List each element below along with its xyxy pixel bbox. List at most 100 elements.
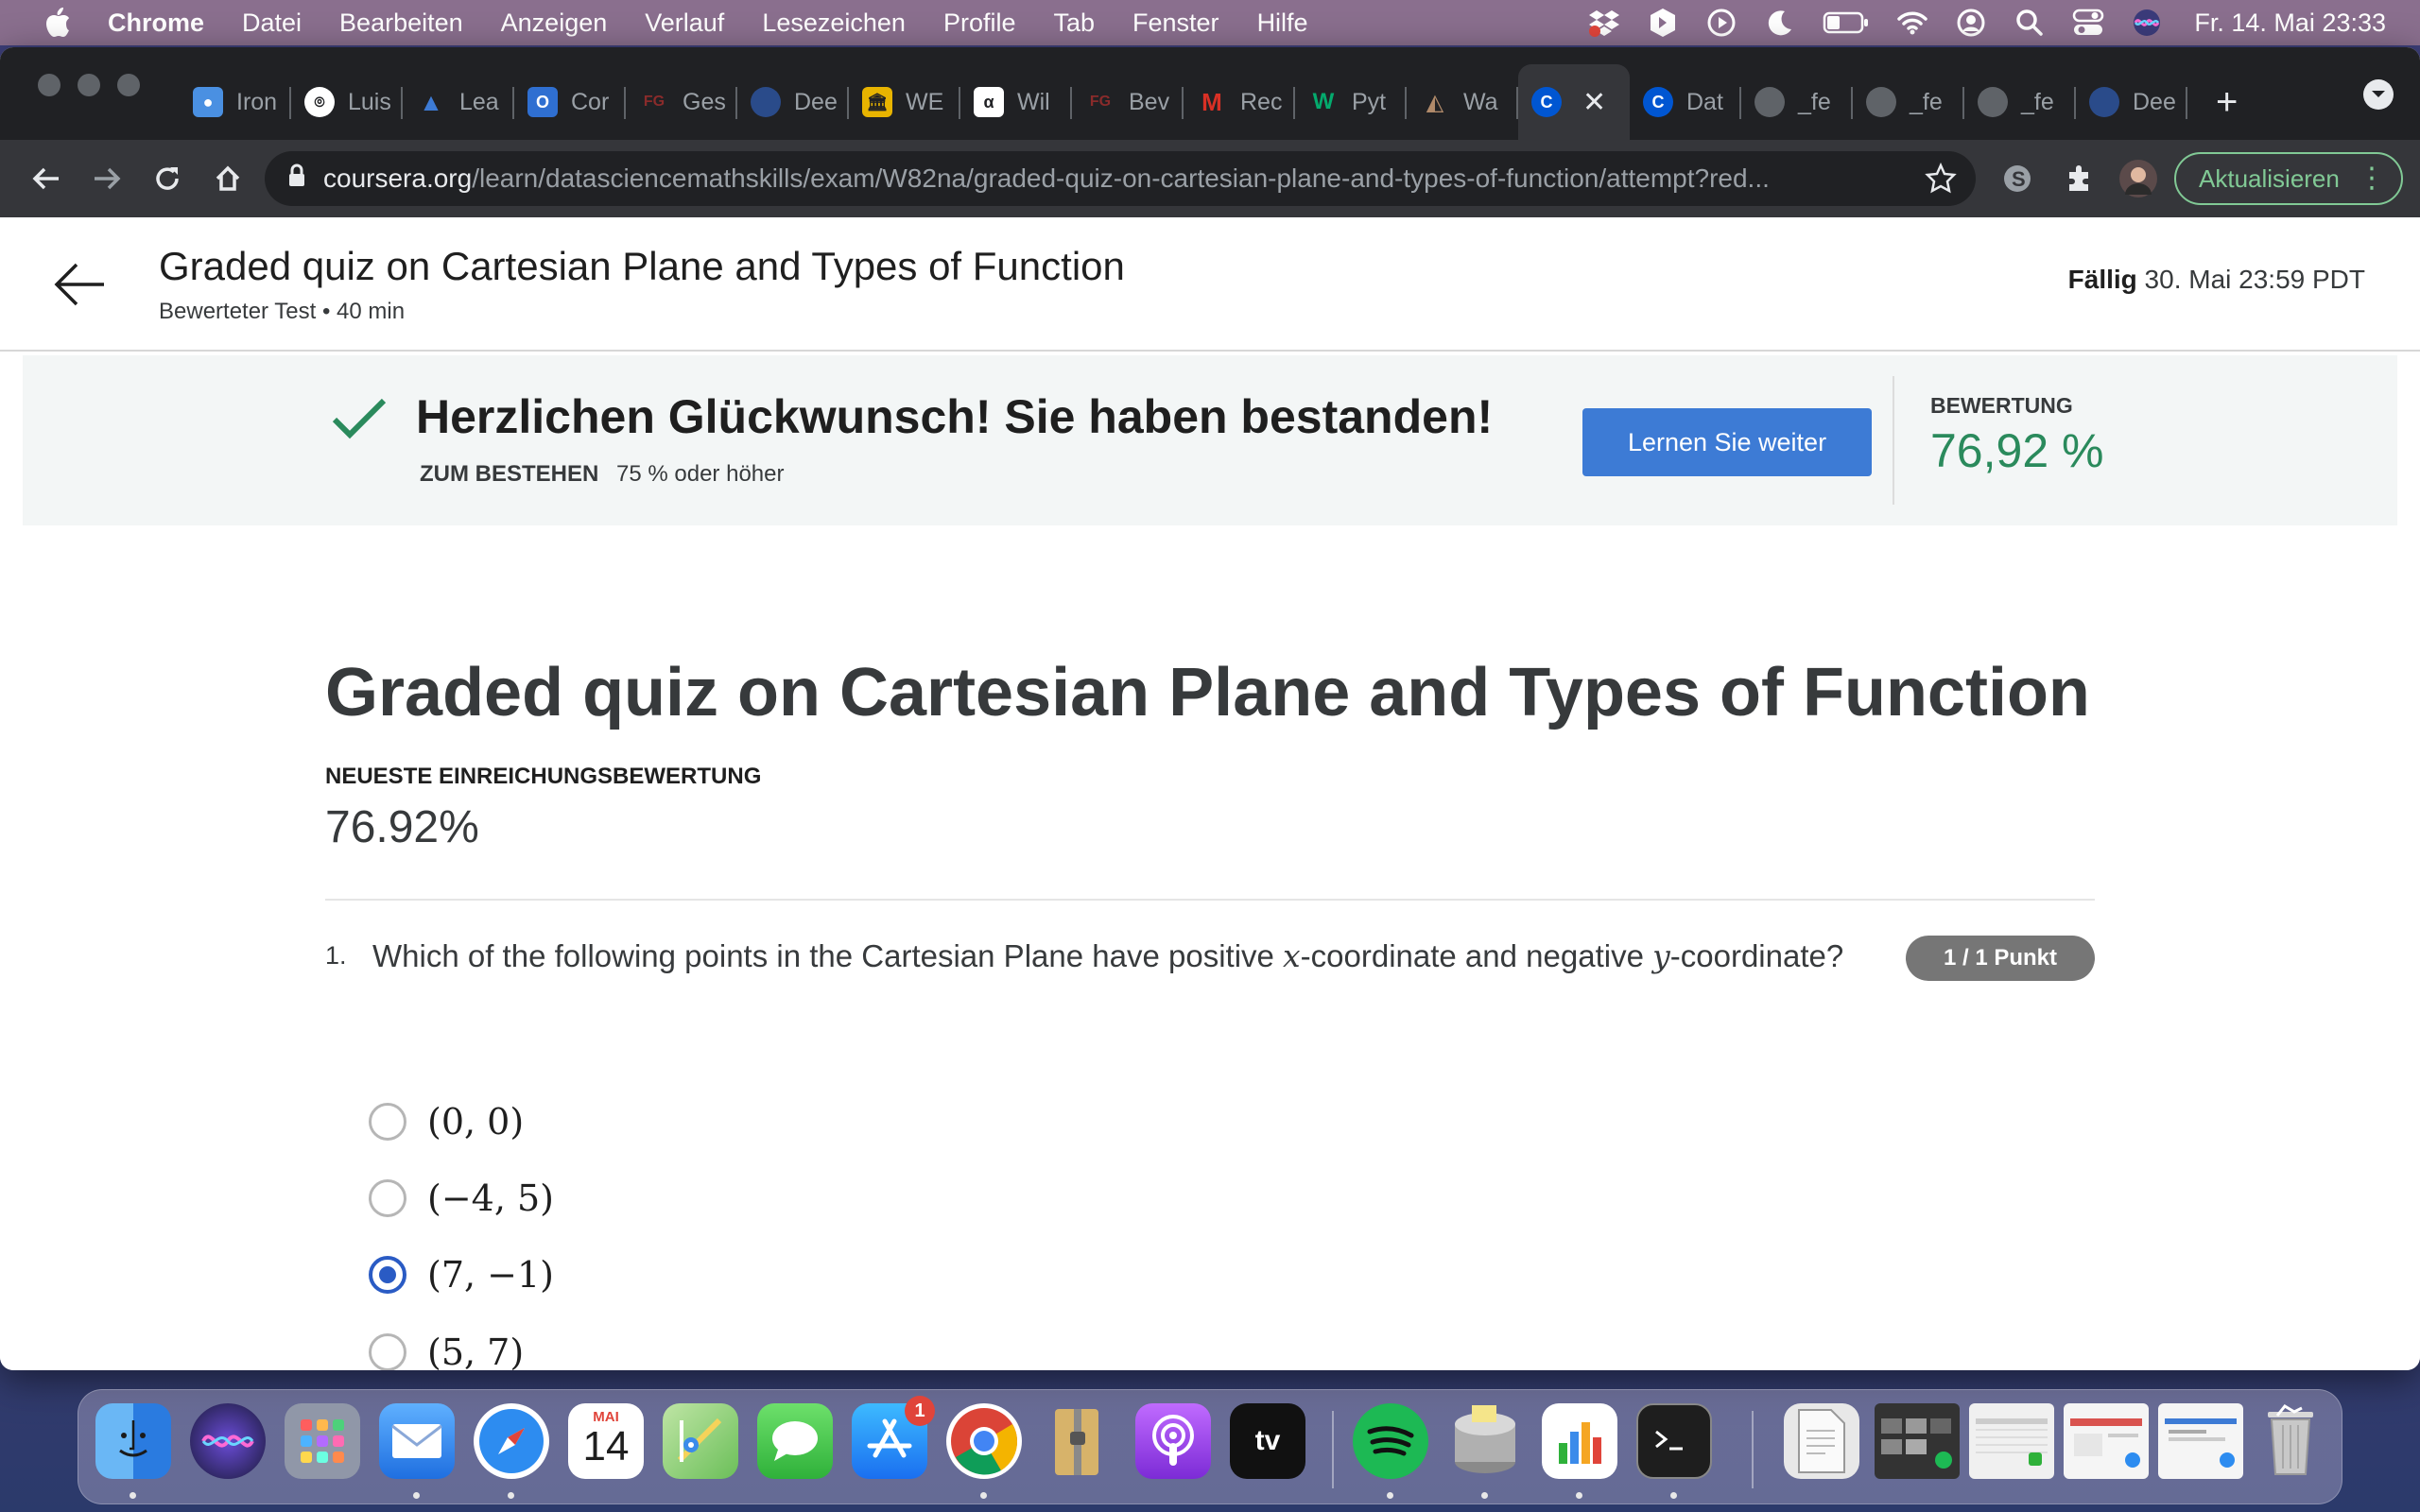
triangle-icon: ▲ [419, 87, 443, 116]
menu-clock[interactable]: Fr. 14. Mai 23:33 [2194, 9, 2386, 38]
disk-utility-icon[interactable] [1447, 1403, 1523, 1479]
tab-label: Dee [794, 88, 838, 115]
trash-icon[interactable] [2253, 1403, 2328, 1479]
tab-lea[interactable]: ▲ Lea [403, 64, 514, 140]
app-store-icon[interactable]: 1 [852, 1396, 935, 1479]
numbers-icon[interactable] [1542, 1403, 1617, 1479]
tab-iron[interactable]: ● Iron [180, 64, 291, 140]
menu-hilfe[interactable]: Hilfe [1257, 9, 1308, 38]
answer-option[interactable]: (7, −1) [369, 1251, 554, 1298]
launchpad-icon[interactable] [285, 1403, 360, 1479]
minimize-window-button[interactable] [78, 74, 100, 96]
forward-icon[interactable] [83, 155, 130, 202]
tab-cor[interactable]: O Cor [514, 64, 626, 140]
document-icon[interactable] [1784, 1403, 1859, 1479]
messages-icon[interactable] [757, 1403, 833, 1479]
new-tab-icon[interactable]: + [2216, 64, 2238, 140]
radio-button[interactable] [369, 1103, 406, 1141]
tab-pyt[interactable]: W Pyt [1295, 64, 1407, 140]
siri-icon[interactable] [2130, 6, 2164, 40]
tab-label: Pyt [1352, 88, 1387, 115]
tab-ges[interactable]: FG Ges [626, 64, 737, 140]
address-bar[interactable]: coursera.org /learn/datasciencemathskill… [265, 151, 1976, 206]
control-center-icon[interactable] [2071, 6, 2105, 40]
close-tab-icon[interactable]: ✕ [1582, 86, 1606, 119]
bookmark-star-icon[interactable] [1925, 162, 1957, 201]
profile-avatar-icon[interactable] [2116, 156, 2161, 201]
window-thumbnail-icon[interactable] [2064, 1403, 2149, 1479]
user-account-icon[interactable] [1954, 6, 1988, 40]
window-thumbnail-icon[interactable] [2158, 1403, 2243, 1479]
archive-utility-icon[interactable] [1041, 1403, 1116, 1479]
tab-dee[interactable]: Dee [737, 64, 849, 140]
spotify-icon[interactable] [1353, 1403, 1428, 1479]
apple-tv-icon[interactable]: tv [1230, 1403, 1305, 1479]
answer-option[interactable]: (0, 0) [369, 1098, 524, 1145]
moon-icon[interactable] [1763, 6, 1797, 40]
maps-icon[interactable] [663, 1403, 738, 1479]
tab-label: Bev [1129, 88, 1170, 115]
tab-fe-1[interactable]: _fe [1741, 64, 1853, 140]
dropbox-icon[interactable] [1587, 6, 1621, 40]
tab-dat[interactable]: C Dat [1630, 64, 1741, 140]
vpn-icon[interactable] [1646, 6, 1680, 40]
siri-icon[interactable] [190, 1403, 266, 1479]
battery-icon[interactable] [1822, 6, 1871, 40]
home-icon[interactable] [204, 155, 251, 202]
tab-fe-2[interactable]: _fe [1853, 64, 1964, 140]
back-icon[interactable] [23, 155, 70, 202]
terminal-icon[interactable] [1636, 1403, 1712, 1479]
window-thumbnail-icon[interactable] [1969, 1403, 2054, 1479]
tab-wa[interactable]: ◭ Wa [1407, 64, 1518, 140]
skype-extension-icon[interactable]: S [1995, 156, 2040, 201]
tab-wil[interactable]: α Wil [960, 64, 1072, 140]
spotlight-search-icon[interactable] [2013, 6, 2047, 40]
finder-icon[interactable] [95, 1403, 171, 1479]
more-options-icon[interactable]: ⋮ [2358, 162, 2386, 195]
menu-datei[interactable]: Datei [242, 9, 302, 38]
tab-search-chevron-icon[interactable] [2363, 79, 2394, 110]
update-button[interactable]: Aktualisieren ⋮ [2174, 152, 2403, 205]
window-thumbnail-icon[interactable] [1875, 1403, 1960, 1479]
menu-fenster[interactable]: Fenster [1132, 9, 1219, 38]
tab-dee-2[interactable]: Dee [2076, 64, 2187, 140]
menu-app-name[interactable]: Chrome [108, 9, 204, 38]
back-arrow-icon[interactable] [53, 263, 106, 311]
menu-verlauf[interactable]: Verlauf [645, 9, 724, 38]
answer-option[interactable]: (5, 7) [369, 1329, 524, 1370]
maximize-window-button[interactable] [117, 74, 140, 96]
play-icon[interactable] [1704, 6, 1738, 40]
tab-coursera-active[interactable]: C ✕ [1518, 64, 1630, 140]
extensions-puzzle-icon[interactable] [2057, 156, 2102, 201]
wifi-icon[interactable] [1895, 6, 1929, 40]
continue-learning-button[interactable]: Lernen Sie weiter [1582, 408, 1872, 476]
apple-menu-icon[interactable] [40, 5, 76, 41]
answer-option[interactable]: (−4, 5) [369, 1175, 554, 1222]
lock-icon[interactable] [287, 163, 306, 195]
podcasts-icon[interactable] [1135, 1403, 1211, 1479]
tab-we[interactable]: 🏛 WE [849, 64, 960, 140]
outlook-icon: O [527, 87, 558, 117]
radio-button-selected[interactable] [369, 1256, 406, 1294]
tab-fe-3[interactable]: _fe [1964, 64, 2076, 140]
update-button-label: Aktualisieren [2199, 163, 2340, 193]
calendar-icon[interactable]: MAI 14 [568, 1403, 644, 1479]
chrome-icon[interactable] [946, 1403, 1022, 1479]
points-badge: 1 / 1 Punkt [1906, 936, 2095, 981]
radio-button[interactable] [369, 1333, 406, 1370]
menu-lesezeichen[interactable]: Lesezeichen [762, 9, 906, 38]
safari-icon[interactable] [474, 1403, 549, 1479]
mail-icon[interactable] [379, 1403, 455, 1479]
reload-icon[interactable] [144, 155, 191, 202]
radio-button[interactable] [369, 1179, 406, 1217]
close-window-button[interactable] [38, 74, 60, 96]
menu-profile[interactable]: Profile [943, 9, 1016, 38]
tab-bev[interactable]: FG Bev [1072, 64, 1184, 140]
menu-anzeigen[interactable]: Anzeigen [501, 9, 608, 38]
tab-luis[interactable]: ⌾ Luis [291, 64, 403, 140]
question-text: Which of the following points in the Car… [372, 937, 1843, 974]
globe-icon [2089, 87, 2119, 117]
menu-bearbeiten[interactable]: Bearbeiten [339, 9, 463, 38]
menu-tab[interactable]: Tab [1053, 9, 1095, 38]
tab-rec[interactable]: M Rec [1184, 64, 1295, 140]
